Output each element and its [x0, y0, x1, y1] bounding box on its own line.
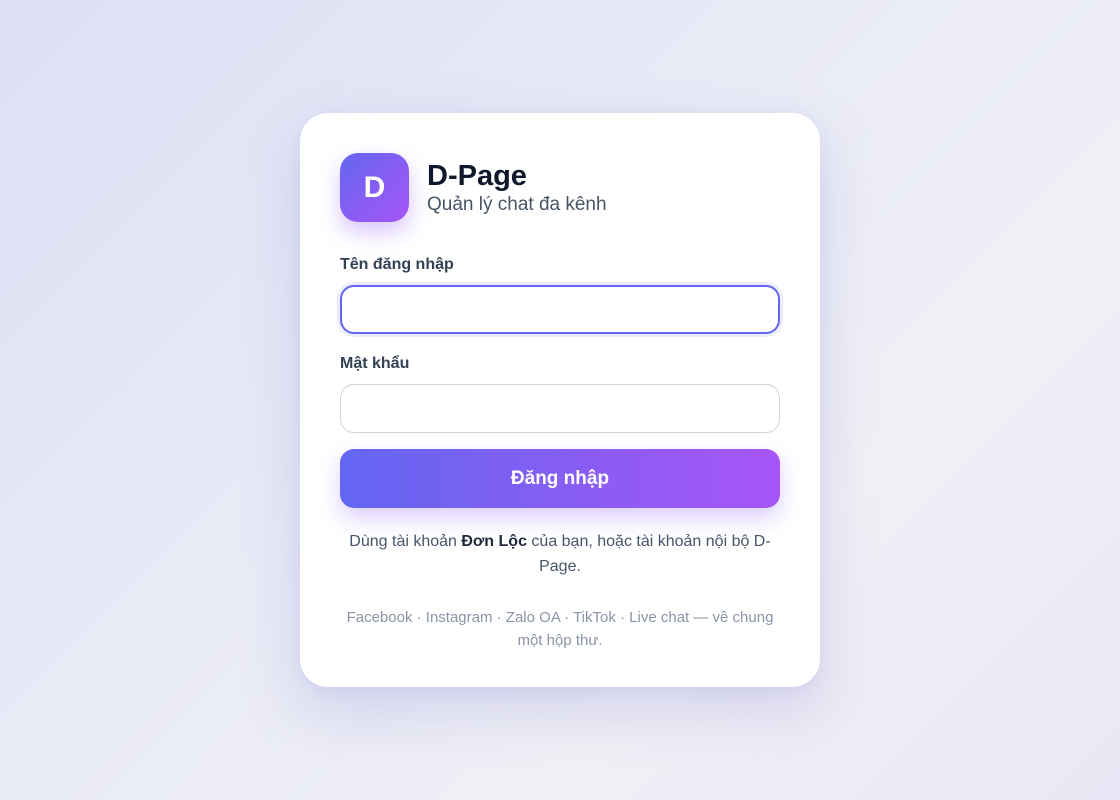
brand-text: D-Page Quản lý chat đa kênh	[427, 159, 607, 217]
username-label: Tên đăng nhập	[340, 256, 454, 273]
login-button[interactable]: Đăng nhập	[340, 449, 780, 508]
account-note-prefix: Dùng tài khoản	[349, 533, 462, 550]
username-input[interactable]	[340, 285, 780, 334]
account-note-highlight: Đơn Lộc	[461, 533, 527, 550]
logo: D	[340, 153, 409, 222]
login-card: D D-Page Quản lý chat đa kênh Tên đăng n…	[300, 113, 820, 687]
app-title: D-Page	[427, 159, 527, 192]
account-note: Dùng tài khoản Đơn Lộc của bạn, hoặc tài…	[340, 529, 780, 579]
app-tagline: Quản lý chat đa kênh	[427, 193, 607, 215]
password-label: Mật khẩu	[340, 355, 410, 372]
brand-header: D D-Page Quản lý chat đa kênh	[340, 153, 780, 222]
channels-text: Facebook · Instagram · Zalo OA · TikTok …	[346, 609, 774, 649]
account-note-suffix: của bạn, hoặc tài khoản nội bộ D-Page.	[526, 533, 771, 575]
password-input[interactable]	[340, 384, 780, 433]
